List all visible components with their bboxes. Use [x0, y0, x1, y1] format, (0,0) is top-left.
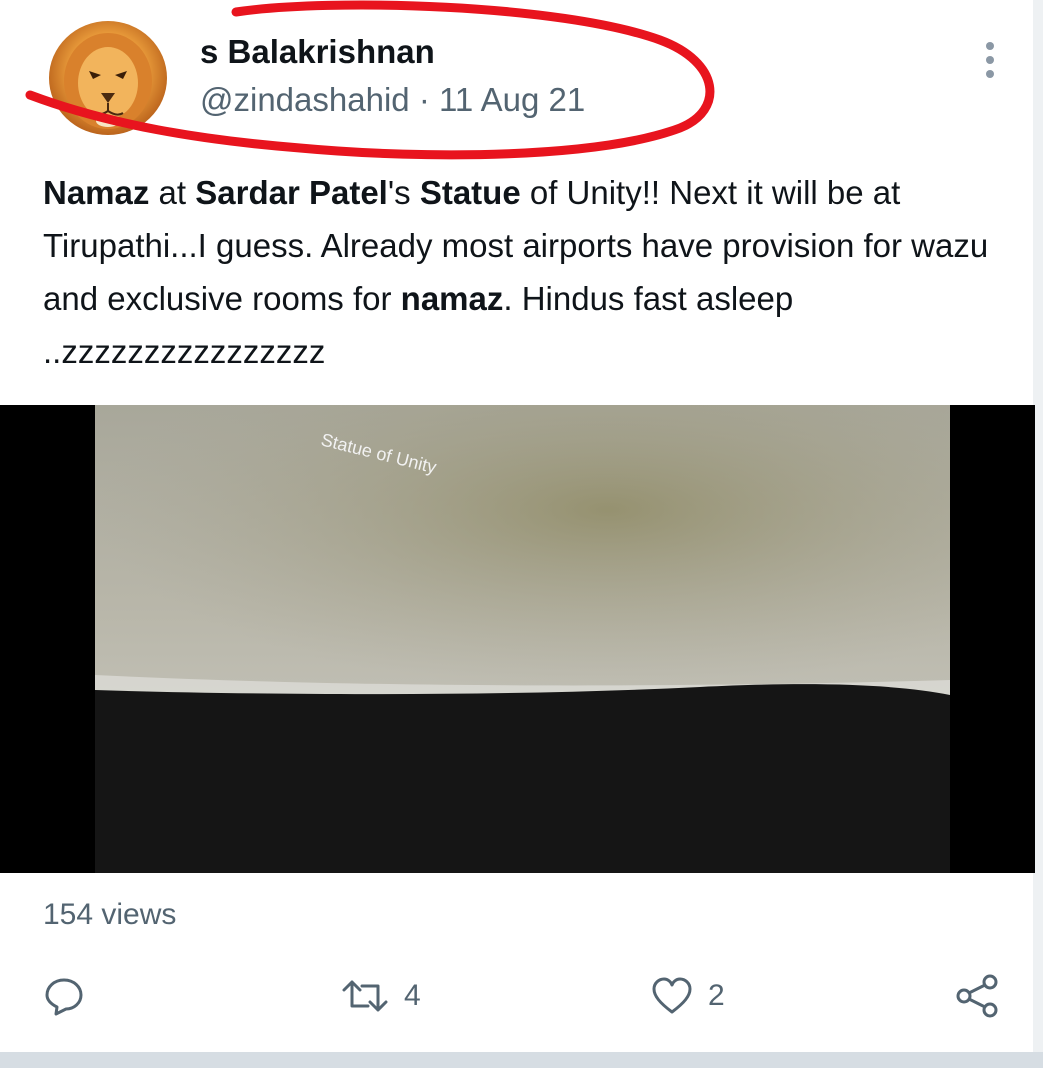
retweet-icon: [342, 980, 388, 1012]
tweet-action-bar: 4 2: [0, 966, 1043, 1026]
retweet-count: 4: [404, 979, 421, 1012]
video-frame: Statue of Unity: [95, 405, 950, 873]
handle[interactable]: @zindashahid: [200, 81, 410, 118]
tweet-text: Namaz at Sardar Patel's Statue of Unity!…: [43, 166, 1018, 378]
tweet-bold-text: Statue: [419, 174, 521, 211]
avatar[interactable]: [49, 21, 167, 135]
heart-icon: [652, 977, 692, 1014]
handle-and-date: @zindashahid · 11 Aug 21: [200, 81, 585, 119]
video-media[interactable]: Statue of Unity: [0, 405, 1035, 873]
tweet-plain-text: at: [149, 174, 196, 211]
view-count: 154 views: [43, 898, 177, 931]
post-date[interactable]: 11 Aug 21: [439, 81, 585, 118]
reply-icon: [45, 978, 83, 1016]
tweet-bold-text: namaz: [400, 280, 504, 317]
like-count: 2: [708, 979, 725, 1012]
tweet-bold-text: Namaz: [43, 174, 150, 211]
share-button[interactable]: [954, 966, 1002, 1026]
like-button[interactable]: 2: [650, 966, 725, 1026]
tweet-plain-text: 's: [387, 174, 420, 211]
display-name[interactable]: s Balakrishnan: [200, 33, 435, 71]
share-icon: [956, 974, 998, 1018]
separator-dot: ·: [418, 81, 430, 118]
lion-avatar-icon: [64, 33, 152, 129]
more-options-icon[interactable]: [978, 40, 1002, 80]
bottom-divider: [0, 1052, 1043, 1068]
tweet-bold-text: Sardar Patel: [195, 174, 388, 211]
reply-button[interactable]: [42, 966, 86, 1026]
retweet-button[interactable]: 4: [340, 966, 421, 1026]
